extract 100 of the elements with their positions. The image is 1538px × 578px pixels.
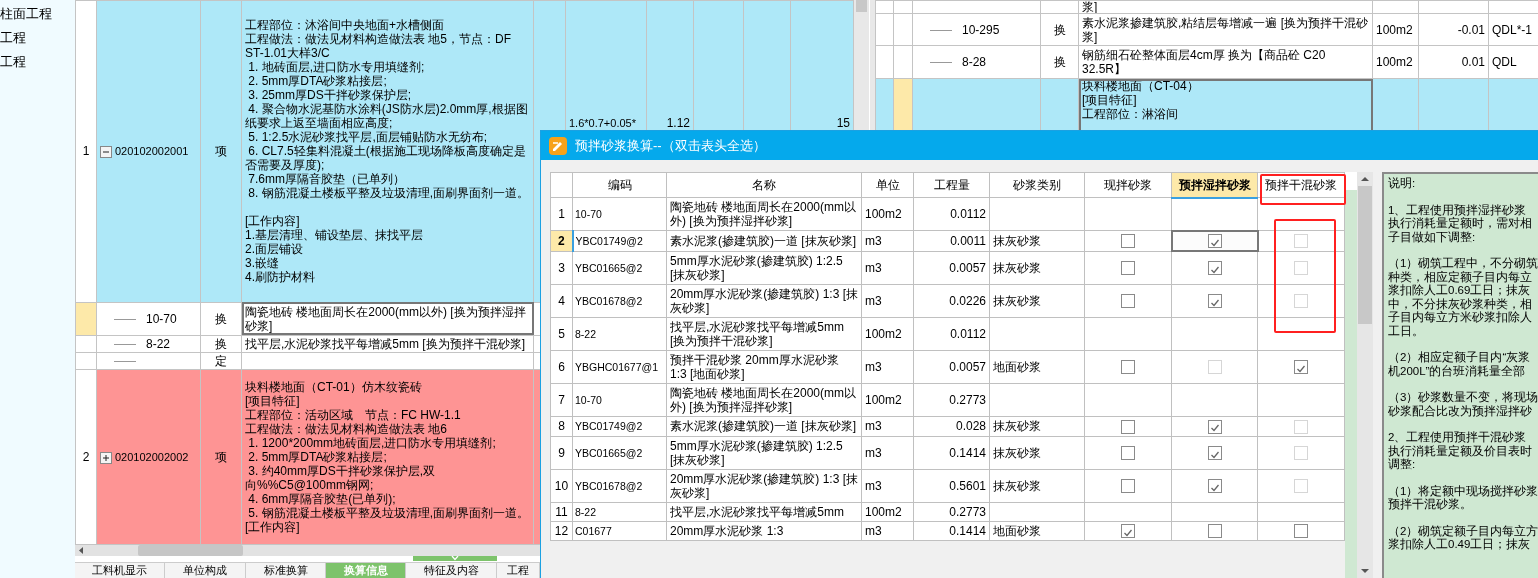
item-type: 换 xyxy=(200,302,242,336)
column-header[interactable]: 预拌干混砂浆 xyxy=(1257,172,1345,198)
bottom-tab[interactable]: 单位构成 xyxy=(165,563,246,578)
row-number: 2 xyxy=(550,230,573,252)
category-cell: 地面砂浆 xyxy=(989,521,1085,541)
checkbox[interactable] xyxy=(1207,419,1222,434)
unit-cell: 100m2 xyxy=(1372,45,1419,79)
column-header[interactable]: 预拌湿拌砂浆 xyxy=(1171,172,1258,198)
row-number: 10 xyxy=(550,469,573,503)
sidebar-item[interactable]: 工程 xyxy=(0,50,75,74)
checkbox[interactable] xyxy=(1207,524,1222,539)
code-cell: C01677 xyxy=(572,521,667,541)
unit-cell: m3 xyxy=(861,521,914,541)
option-cell[interactable] xyxy=(1171,416,1258,437)
expand-icon[interactable] xyxy=(100,451,112,464)
sidebar-item[interactable]: 工程 xyxy=(0,26,75,50)
explanation-line: 工日。 xyxy=(1388,324,1425,338)
checkbox[interactable] xyxy=(1207,479,1222,494)
quantity-cell: 0.01 xyxy=(1418,45,1489,79)
bottom-tab[interactable]: 工程 xyxy=(497,563,540,578)
unit-cell: m3 xyxy=(861,469,914,503)
option-cell[interactable] xyxy=(1171,521,1258,541)
description-line: 4.刷防护材料 xyxy=(245,270,316,285)
checkbox[interactable] xyxy=(1121,446,1135,461)
bottom-tab[interactable]: 工料机显示 xyxy=(75,563,165,578)
checkbox[interactable] xyxy=(1121,261,1135,276)
option-cell[interactable] xyxy=(1171,230,1258,252)
item-type: 定 xyxy=(200,352,242,370)
explanation-line: 机200L”的台班消耗量全部 xyxy=(1388,364,1527,378)
collapse-icon[interactable] xyxy=(100,146,112,159)
column-header: 单位 xyxy=(861,172,914,198)
description-line: 1. 地砖面层,进口防水专用填缝剂; xyxy=(247,60,426,75)
option-cell[interactable] xyxy=(1171,436,1258,470)
bottom-tab[interactable]: 特征及内容 xyxy=(406,563,497,578)
item-description: 找平层,水泥砂浆找平每增减5mm [换为预拌干混砂浆] xyxy=(241,335,534,353)
checkbox[interactable] xyxy=(1121,479,1135,494)
description-line: 5. 1:2.5水泥砂浆找平层,面层铺贴防水无纺布; xyxy=(247,130,489,145)
collapse-handle[interactable] xyxy=(413,556,497,561)
scrollbar-thumb[interactable] xyxy=(138,545,243,556)
quantity-cell: 0.028 xyxy=(913,416,990,437)
category-cell: 抹灰砂浆 xyxy=(989,251,1085,285)
option-cell[interactable] xyxy=(1084,469,1172,503)
row-number: 2 xyxy=(75,369,97,545)
row-number: 11 xyxy=(550,502,573,522)
row-number: 4 xyxy=(550,284,573,318)
option-cell[interactable] xyxy=(1084,284,1172,318)
option-cell[interactable] xyxy=(1084,521,1172,541)
explanation-line: 调整: xyxy=(1388,458,1417,472)
vertical-scrollbar[interactable] xyxy=(1357,172,1373,578)
row-number: 5 xyxy=(550,317,573,351)
explanation-line: 浆扣除人工0.69工日；抹灰 xyxy=(1388,284,1532,298)
code-cell: YBGHC01677@1 xyxy=(572,350,667,384)
checkbox[interactable] xyxy=(1207,261,1222,276)
checkbox[interactable] xyxy=(1121,360,1135,375)
checkbox[interactable] xyxy=(1121,524,1135,539)
checkbox[interactable] xyxy=(1120,234,1135,249)
option-cell[interactable] xyxy=(1257,521,1345,541)
unit-cell: m3 xyxy=(861,350,914,384)
row-number: 6 xyxy=(550,350,573,384)
option-cell[interactable] xyxy=(1171,469,1258,503)
quantity-cell: 0.1414 xyxy=(913,521,990,541)
checkbox[interactable] xyxy=(1207,446,1222,461)
option-cell[interactable] xyxy=(1084,350,1172,384)
code-cell: YBC01665@2 xyxy=(572,436,667,470)
option-cell[interactable] xyxy=(1257,350,1345,384)
option-cell[interactable] xyxy=(1084,416,1172,437)
column-header: 砂浆类别 xyxy=(989,172,1085,198)
quantity-cell: 0.0057 xyxy=(913,251,990,285)
sidebar-item[interactable]: 柱面工程 xyxy=(0,2,75,26)
description-line: [工作内容] xyxy=(245,214,301,229)
checkbox[interactable] xyxy=(1294,360,1308,375)
bottom-tab[interactable]: 标准换算 xyxy=(246,563,326,578)
quantity-cell: 0.5601 xyxy=(913,469,990,503)
item-type: 项 xyxy=(200,0,242,303)
name-cell: 5mm厚水泥砂浆(掺建筑胶) 1:2.5 [抹灰砂浆] xyxy=(666,251,862,285)
name-cell: 20mm厚水泥砂浆(掺建筑胶) 1:3 [抹灰砂浆] xyxy=(666,284,862,318)
column-header[interactable]: 现拌砂浆 xyxy=(1084,172,1172,198)
option-cell[interactable] xyxy=(1084,436,1172,470)
unit-cell: 100m2 xyxy=(861,197,914,231)
unit-cell: 100m2 xyxy=(1372,13,1419,46)
scrollbar-thumb[interactable] xyxy=(1358,186,1372,324)
checkbox[interactable] xyxy=(1121,419,1135,434)
scrollbar-thumb[interactable] xyxy=(856,0,867,12)
row-number: 1 xyxy=(550,197,573,231)
item-type: 换 xyxy=(1040,13,1079,46)
item-code: 020102002002 xyxy=(115,450,189,463)
checkbox[interactable] xyxy=(1207,294,1222,309)
option-cell[interactable] xyxy=(1171,284,1258,318)
description-line: 工程部位：沐浴间中央地面+水槽侧面 xyxy=(245,18,445,33)
option-cell[interactable] xyxy=(1171,251,1258,285)
chevron-down-icon xyxy=(450,556,460,561)
code-cell: YBC01678@2 xyxy=(572,469,667,503)
column-header: 编码 xyxy=(572,172,667,198)
unit-cell: m3 xyxy=(861,416,914,437)
option-cell[interactable] xyxy=(1084,251,1172,285)
description-line: 2. 5mm厚DTA砂浆粘接层; xyxy=(247,74,388,89)
checkbox[interactable] xyxy=(1121,294,1135,309)
checkbox[interactable] xyxy=(1207,234,1222,249)
checkbox[interactable] xyxy=(1294,524,1308,539)
item-description: 素水泥浆掺建筑胶,粘结层每增减一遍 [换为预拌干混砂浆] xyxy=(1078,13,1373,46)
